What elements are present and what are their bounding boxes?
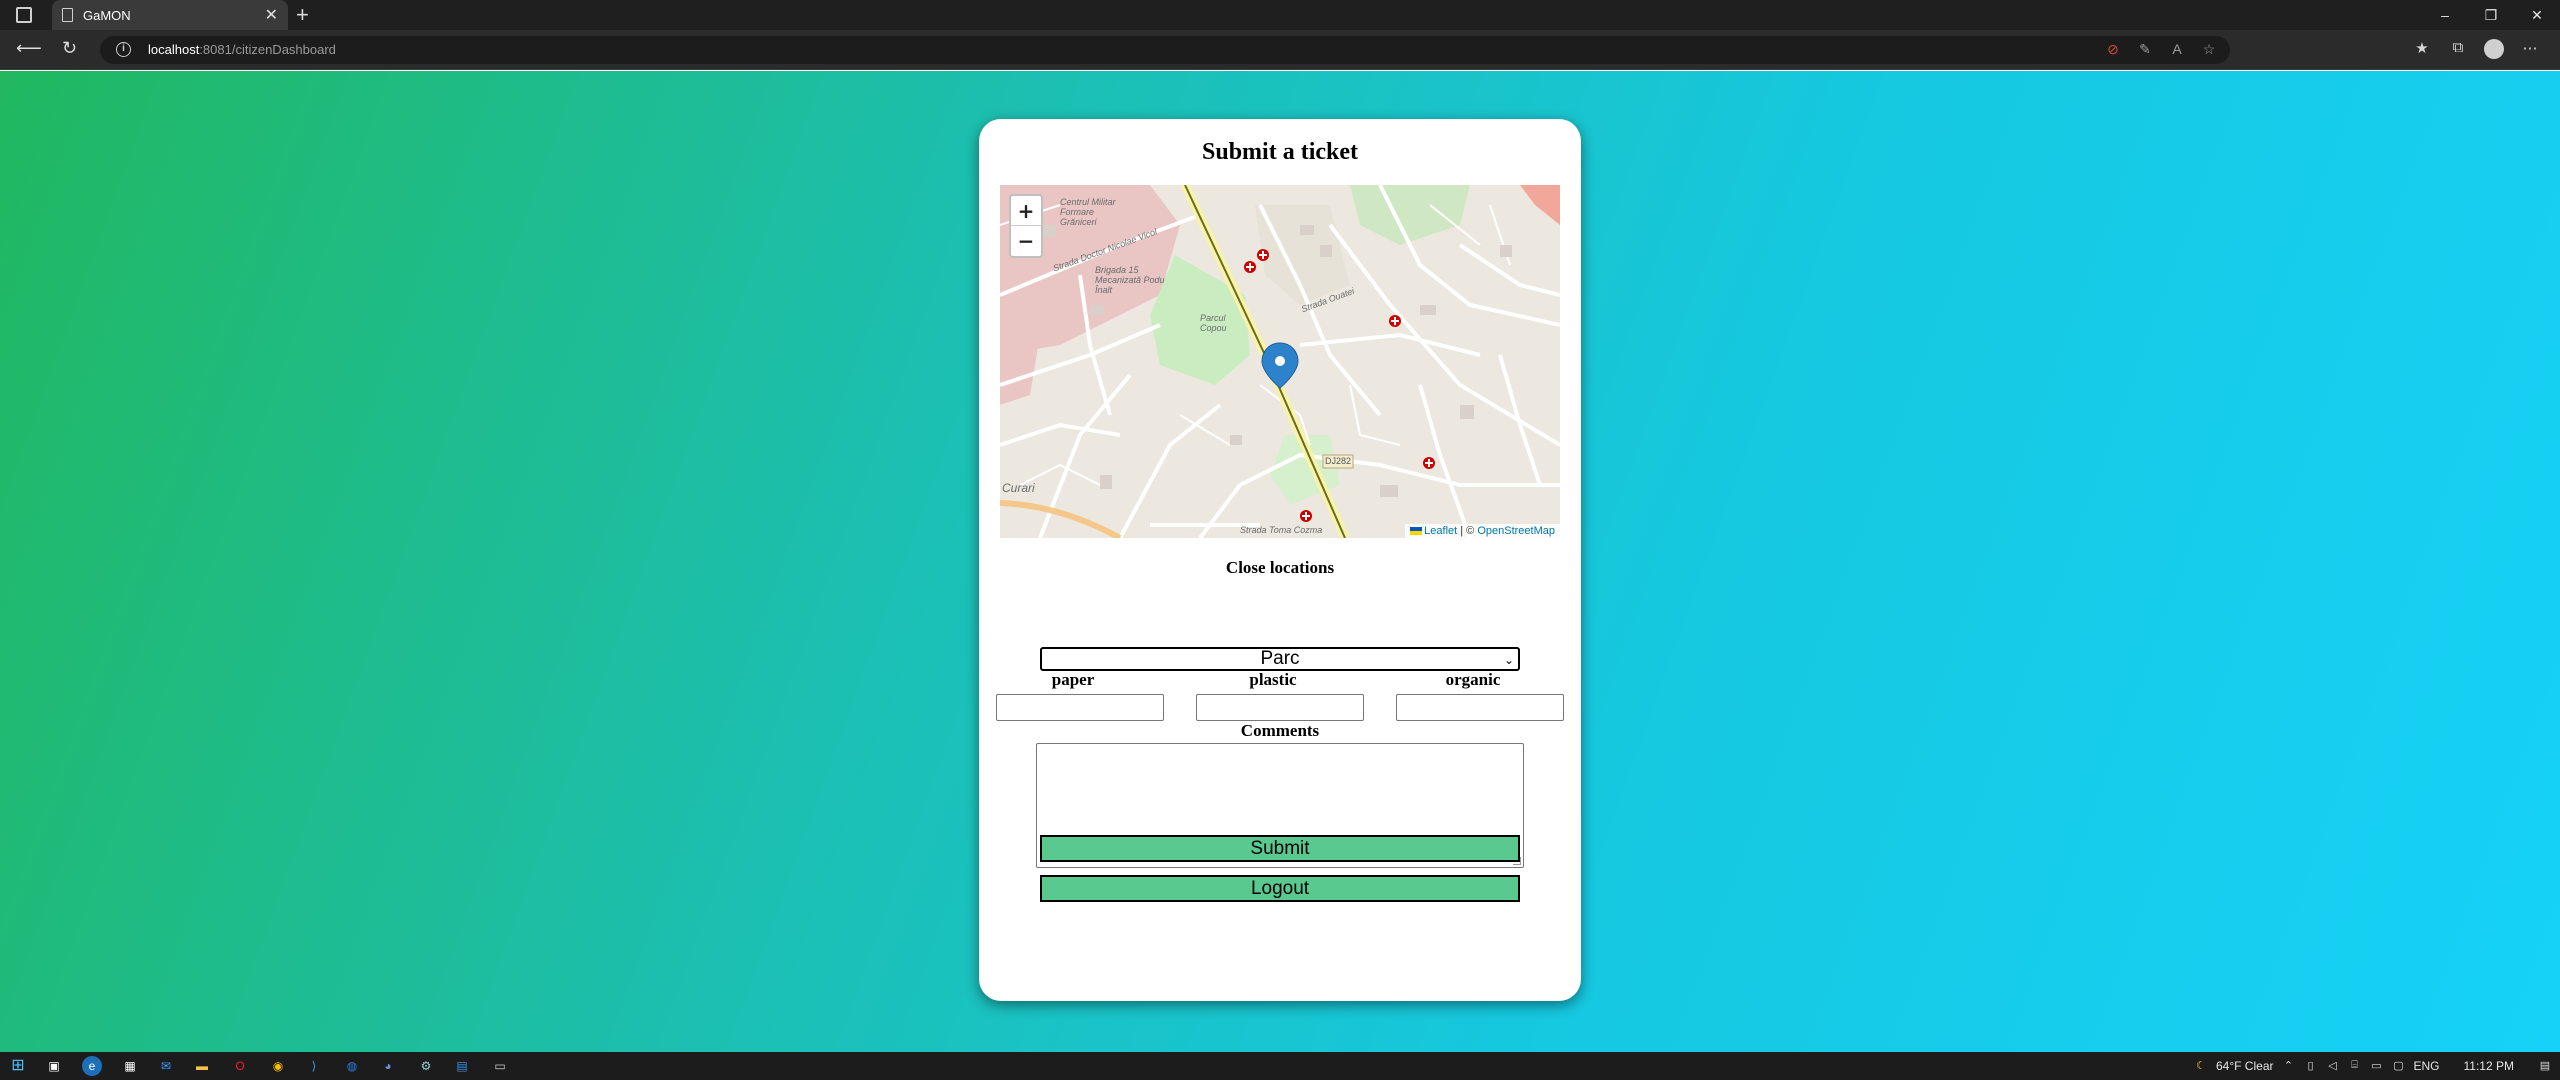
- zoom-control: + −: [1009, 194, 1043, 258]
- paper-input[interactable]: [996, 694, 1164, 721]
- discord-icon[interactable]: ◕: [378, 1056, 398, 1076]
- browser-tab-bar: GaMON ✕ + – ❐ ✕: [0, 0, 2560, 30]
- minimize-button[interactable]: –: [2422, 0, 2468, 30]
- address-bar[interactable]: i localhost:8081/citizenDashboard ⊘ ✎ A …: [100, 36, 2230, 64]
- taskbar: ⊞ ▣ e ▦ ✉ ▬ O ◉ ⟩ ◍ ◕ ⚙ ▤ ▭ ☾ 64°F Clear…: [0, 1052, 2560, 1080]
- map-label-military-center: Centrul Militar Formare Grăniceri: [1060, 197, 1116, 227]
- refresh-icon[interactable]: ↻: [62, 38, 77, 59]
- map-label-road-shield: DJ282: [1325, 456, 1352, 466]
- restore-button[interactable]: ❐: [2468, 0, 2514, 30]
- location-select-value: Parc: [1260, 648, 1300, 669]
- logout-button[interactable]: Logout: [1040, 875, 1520, 902]
- add-favorite-icon[interactable]: ☆: [2200, 41, 2218, 59]
- volume-icon[interactable]: ◁: [2326, 1059, 2340, 1073]
- map-label-park: Parcul Copou: [1200, 313, 1227, 333]
- map-attribution: Leaflet | © OpenStreetMap: [1405, 524, 1560, 538]
- device-icon[interactable]: ▯: [2304, 1059, 2318, 1073]
- page-title: Submit a ticket: [1202, 139, 1358, 165]
- paper-label: paper: [1051, 670, 1095, 689]
- mail-icon[interactable]: ✉: [156, 1056, 176, 1076]
- moon-weather-icon[interactable]: ☾: [2194, 1059, 2208, 1073]
- chrome-icon[interactable]: ◉: [268, 1056, 288, 1076]
- location-select[interactable]: Parc ⌄: [1040, 647, 1520, 671]
- back-arrow-icon[interactable]: ⟵: [16, 38, 42, 59]
- profile-avatar-icon[interactable]: [2484, 39, 2504, 59]
- display-icon[interactable]: ▢: [2392, 1059, 2406, 1073]
- collections-icon[interactable]: ⧉: [2448, 39, 2468, 59]
- file-explorer-icon[interactable]: ▬: [192, 1056, 212, 1076]
- steam-icon[interactable]: ◍: [342, 1056, 362, 1076]
- battery-icon[interactable]: ▭: [2370, 1059, 2384, 1073]
- opera-icon[interactable]: O: [230, 1056, 250, 1076]
- read-aloud-icon[interactable]: A: [2168, 41, 2186, 59]
- address-toolbar: ⟵ ↻ i localhost:8081/citizenDashboard ⊘ …: [0, 30, 2560, 70]
- comments-label: Comments: [1240, 721, 1320, 740]
- url-text[interactable]: localhost:8081/citizenDashboard: [148, 42, 336, 57]
- vscode-icon[interactable]: ⟩: [304, 1056, 324, 1076]
- map-label-district: Curari: [1002, 481, 1035, 495]
- chevron-up-icon[interactable]: ⌃: [2282, 1059, 2296, 1073]
- tab-actions-icon[interactable]: [16, 7, 32, 23]
- notifications-icon[interactable]: ▤: [2538, 1059, 2552, 1073]
- ukraine-flag-icon: [1410, 527, 1423, 536]
- leaflet-link[interactable]: Leaflet: [1424, 525, 1457, 537]
- submit-button[interactable]: Submit: [1040, 835, 1520, 862]
- organic-input[interactable]: [1396, 694, 1564, 721]
- plastic-label: plastic: [1249, 670, 1297, 689]
- system-tray: ☾ 64°F Clear ⌃ ▯ ◁ ⌸ ▭ ▢ ENG 11:12 PM ▤: [2194, 1052, 2560, 1080]
- url-host: localhost: [148, 42, 200, 57]
- attribution-separator: | ©: [1457, 525, 1478, 537]
- site-info-icon[interactable]: i: [116, 42, 131, 57]
- network-icon[interactable]: ⌸: [2348, 1059, 2362, 1073]
- clock-time[interactable]: 11:12 PM: [2464, 1059, 2514, 1073]
- task-view-icon[interactable]: ▣: [44, 1056, 64, 1076]
- map-label-toma-cozma: Strada Toma Cozma: [1240, 525, 1323, 535]
- tab-close-icon[interactable]: ✕: [265, 5, 278, 25]
- map-label-brigade: Brigada 15 Mecanizată Podu Înalt: [1095, 265, 1165, 295]
- tab-title: GaMON: [83, 8, 131, 23]
- more-menu-icon[interactable]: ⋯: [2520, 39, 2540, 59]
- close-locations-label: Close locations: [1225, 558, 1335, 577]
- start-windows-icon[interactable]: ⊞: [8, 1056, 28, 1076]
- edge-browser-icon[interactable]: e: [82, 1056, 102, 1076]
- map-tiles: [1000, 185, 1560, 538]
- close-window-button[interactable]: ✕: [2514, 0, 2560, 30]
- language-indicator[interactable]: ENG: [2414, 1059, 2440, 1073]
- page-background: Submit a ticket Centrul Militar Formare …: [0, 71, 2560, 1052]
- new-tab-button[interactable]: +: [296, 2, 309, 28]
- zoom-in-button[interactable]: +: [1011, 196, 1041, 226]
- url-path: :8081/citizenDashboard: [199, 42, 336, 57]
- ticket-card: Submit a ticket Centrul Militar Formare …: [979, 119, 1581, 1001]
- app-window-icon[interactable]: ▤: [452, 1056, 472, 1076]
- window-controls: – ❐ ✕: [2422, 0, 2560, 30]
- weather-text[interactable]: 64°F Clear: [2216, 1059, 2274, 1073]
- chevron-down-icon: ⌄: [1503, 653, 1514, 667]
- zoom-out-button[interactable]: −: [1011, 226, 1041, 256]
- osm-link[interactable]: OpenStreetMap: [1477, 525, 1555, 537]
- organic-label: organic: [1445, 670, 1501, 689]
- pen-icon[interactable]: ✎: [2136, 41, 2154, 59]
- location-map[interactable]: Centrul Militar Formare Grăniceri Strada…: [1000, 185, 1560, 538]
- tracking-prevention-icon[interactable]: ⊘: [2104, 41, 2122, 59]
- terminal-icon[interactable]: ▭: [490, 1056, 510, 1076]
- favorites-icon[interactable]: ★: [2412, 39, 2432, 59]
- settings-app-icon[interactable]: ⚙: [416, 1056, 436, 1076]
- plastic-input[interactable]: [1196, 694, 1364, 721]
- browser-tab[interactable]: GaMON ✕: [52, 0, 288, 30]
- page-icon: [62, 8, 73, 22]
- store-icon[interactable]: ▦: [120, 1056, 140, 1076]
